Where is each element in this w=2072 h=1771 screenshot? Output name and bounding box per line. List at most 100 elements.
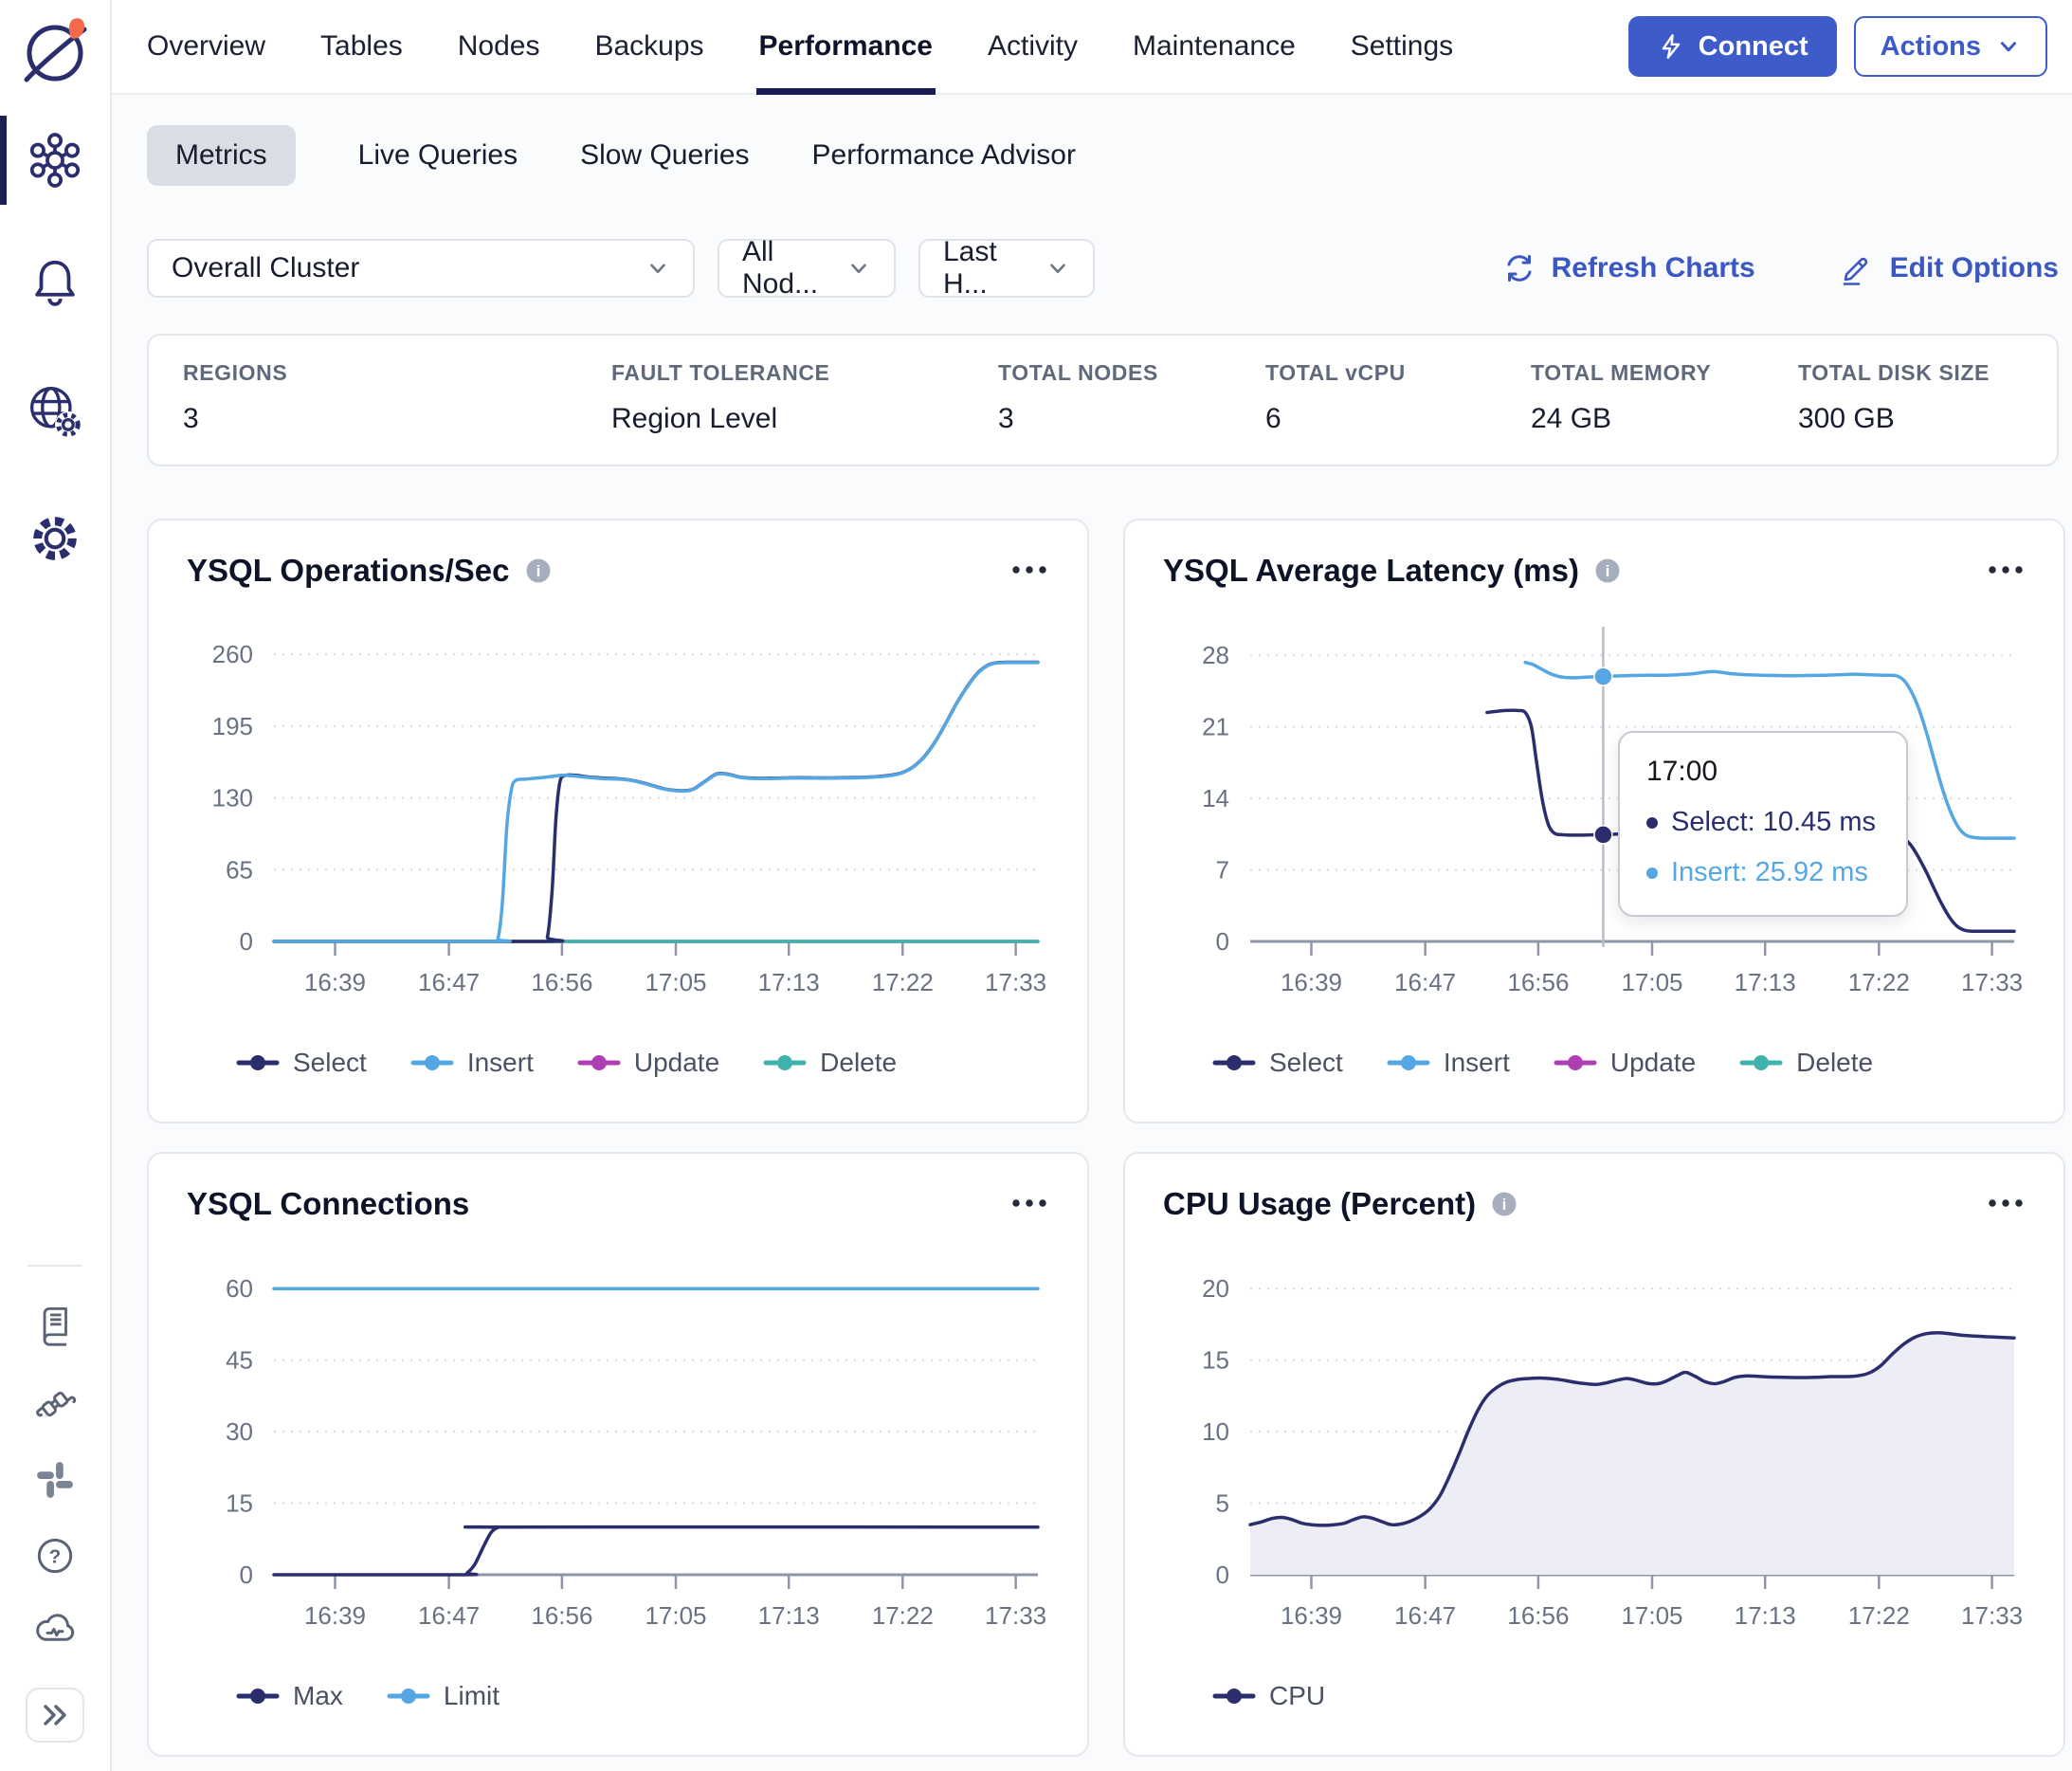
ellipsis-menu-icon[interactable] bbox=[1009, 1190, 1049, 1218]
ellipsis-menu-icon[interactable] bbox=[1986, 557, 2026, 585]
legend-item-update[interactable]: Update bbox=[577, 1048, 719, 1078]
connect-button[interactable]: Connect bbox=[1627, 16, 1837, 77]
svg-text:16:47: 16:47 bbox=[418, 1601, 480, 1630]
legend-item-limit[interactable]: Limit bbox=[387, 1681, 500, 1711]
legend-item-delete[interactable]: Delete bbox=[763, 1048, 897, 1078]
sidebar-item-settings[interactable] bbox=[0, 510, 110, 567]
tab-nodes[interactable]: Nodes bbox=[458, 0, 540, 93]
info-icon[interactable]: i bbox=[1491, 1191, 1518, 1217]
legend-item-update[interactable]: Update bbox=[1554, 1048, 1696, 1078]
ellipsis-menu-icon[interactable] bbox=[1986, 1190, 2026, 1218]
svg-text:17:33: 17:33 bbox=[985, 968, 1046, 996]
svg-text:5: 5 bbox=[1216, 1489, 1229, 1518]
info-icon[interactable]: i bbox=[525, 557, 552, 584]
chart-svg: 0 15 30 45 60 16:39 16:47 16:56 17:05 17:13 17:22 1… bbox=[226, 1274, 1046, 1630]
stat-value: 300 GB bbox=[1798, 403, 1895, 434]
legend-label: Limit bbox=[443, 1681, 500, 1710]
stat-value: 3 bbox=[183, 403, 199, 434]
cluster-icon bbox=[24, 129, 86, 192]
bell-icon bbox=[27, 254, 82, 309]
chart-tooltip: 17:00 Select: 10.45 ms Insert: 25.92 ms bbox=[1618, 731, 1908, 917]
legend-label: Insert bbox=[466, 1048, 534, 1077]
stat-label: TOTAL DISK SIZE bbox=[1798, 360, 1990, 385]
main-area: Overview Tables Nodes Backups Performanc… bbox=[112, 0, 2072, 1771]
tab-overview[interactable]: Overview bbox=[147, 0, 265, 93]
sidebar-item-status[interactable] bbox=[0, 1612, 110, 1648]
refresh-charts-link[interactable]: Refresh Charts bbox=[1502, 251, 1755, 285]
legend-item-cpu[interactable]: CPU bbox=[1212, 1681, 1325, 1711]
bolt-icon bbox=[1657, 32, 1685, 61]
svg-text:17:22: 17:22 bbox=[1848, 1601, 1910, 1630]
info-icon[interactable]: i bbox=[1594, 557, 1621, 584]
ellipsis-menu-icon[interactable] bbox=[1009, 557, 1049, 585]
legend-marker-icon bbox=[236, 1689, 280, 1704]
tab-tables[interactable]: Tables bbox=[320, 0, 403, 93]
chevron-down-icon bbox=[1045, 256, 1070, 281]
tab-activity[interactable]: Activity bbox=[988, 0, 1078, 93]
subtab-live-queries[interactable]: Live Queries bbox=[358, 125, 518, 186]
time-range-select[interactable]: Last H... bbox=[918, 236, 1095, 300]
tooltip-time: 17:00 bbox=[1646, 756, 1718, 787]
legend-item-select[interactable]: Select bbox=[1212, 1048, 1343, 1078]
legend-label: Insert bbox=[1443, 1048, 1510, 1077]
legend-label: Update bbox=[633, 1048, 720, 1077]
svg-text:7: 7 bbox=[1216, 856, 1229, 885]
svg-text:16:39: 16:39 bbox=[1281, 1601, 1342, 1630]
logo[interactable] bbox=[0, 13, 110, 87]
legend-marker-icon bbox=[1554, 1055, 1597, 1070]
legend-item-select[interactable]: Select bbox=[236, 1048, 367, 1078]
legend-marker-icon bbox=[1387, 1055, 1430, 1070]
svg-text:17:22: 17:22 bbox=[1848, 968, 1910, 996]
legend-item-insert[interactable]: Insert bbox=[1387, 1048, 1510, 1078]
sidebar-item-integrations[interactable] bbox=[0, 1382, 110, 1426]
sidebar-expand-button[interactable] bbox=[26, 1688, 84, 1743]
legend-label: CPU bbox=[1269, 1681, 1326, 1710]
legend-item-max[interactable]: Max bbox=[236, 1681, 343, 1711]
tab-maintenance[interactable]: Maintenance bbox=[1133, 0, 1296, 93]
charts-grid: YSQL Operations/Sec i 0 65 130 195 260 16:39 1… bbox=[147, 519, 2065, 1757]
svg-text:21: 21 bbox=[1202, 713, 1229, 741]
tab-settings[interactable]: Settings bbox=[1351, 0, 1453, 93]
app-root: ? Overview Tables Nodes Backups Performa… bbox=[0, 0, 2072, 1771]
sidebar-item-docs[interactable] bbox=[0, 1305, 110, 1348]
chart-plot-ysql-operations: 0 65 130 195 260 16:39 16:47 16:56 17:05 17:13 17:… bbox=[187, 598, 1049, 1046]
sidebar-item-clusters[interactable] bbox=[0, 116, 110, 205]
stat-value: 3 bbox=[998, 403, 1014, 434]
top-navigation: Overview Tables Nodes Backups Performanc… bbox=[112, 0, 2072, 95]
sidebar-item-help[interactable]: ? bbox=[0, 1534, 110, 1578]
subtab-performance-advisor[interactable]: Performance Advisor bbox=[812, 125, 1076, 186]
sidebar-item-alerts[interactable] bbox=[0, 254, 110, 309]
tooltip-row-select: Select: 10.45 ms bbox=[1646, 807, 1876, 838]
slack-icon bbox=[35, 1460, 75, 1500]
svg-text:130: 130 bbox=[212, 784, 253, 812]
edit-options-link[interactable]: Edit Options bbox=[1839, 250, 2059, 286]
subtab-metrics[interactable]: Metrics bbox=[147, 125, 296, 186]
svg-text:0: 0 bbox=[240, 1561, 253, 1589]
chevron-down-icon bbox=[1996, 34, 2021, 59]
svg-text:0: 0 bbox=[1216, 927, 1229, 956]
tooltip-row-insert: Insert: 25.92 ms bbox=[1646, 857, 1876, 888]
legend-item-delete[interactable]: Delete bbox=[1739, 1048, 1873, 1078]
stat-label: TOTAL NODES bbox=[998, 360, 1158, 385]
svg-text:17:13: 17:13 bbox=[1735, 968, 1796, 996]
nodes-select[interactable]: All Nod... bbox=[718, 236, 896, 300]
metrics-filters: Overall Cluster All Nod... Last H... Ref… bbox=[147, 236, 2059, 300]
edit-options-label: Edit Options bbox=[1889, 252, 2059, 283]
sidebar-item-network[interactable] bbox=[0, 381, 110, 442]
legend-item-insert[interactable]: Insert bbox=[410, 1048, 534, 1078]
svg-text:0: 0 bbox=[1216, 1561, 1229, 1589]
svg-text:i: i bbox=[536, 562, 540, 580]
svg-text:17:05: 17:05 bbox=[1621, 1601, 1682, 1630]
tab-backups[interactable]: Backups bbox=[594, 0, 703, 93]
pencil-icon bbox=[1839, 250, 1875, 286]
subtab-slow-queries[interactable]: Slow Queries bbox=[580, 125, 749, 186]
planet-logo-icon bbox=[20, 13, 90, 87]
actions-button[interactable]: Actions bbox=[1853, 16, 2047, 77]
svg-text:16:39: 16:39 bbox=[304, 968, 366, 996]
legend-marker-icon bbox=[1212, 1055, 1256, 1070]
cluster-scope-select[interactable]: Overall Cluster bbox=[147, 239, 695, 298]
sidebar-item-slack[interactable] bbox=[0, 1460, 110, 1500]
chevron-down-icon bbox=[645, 256, 670, 281]
performance-subtabs: Metrics Live Queries Slow Queries Perfor… bbox=[147, 125, 2059, 186]
tab-performance[interactable]: Performance bbox=[755, 0, 936, 95]
